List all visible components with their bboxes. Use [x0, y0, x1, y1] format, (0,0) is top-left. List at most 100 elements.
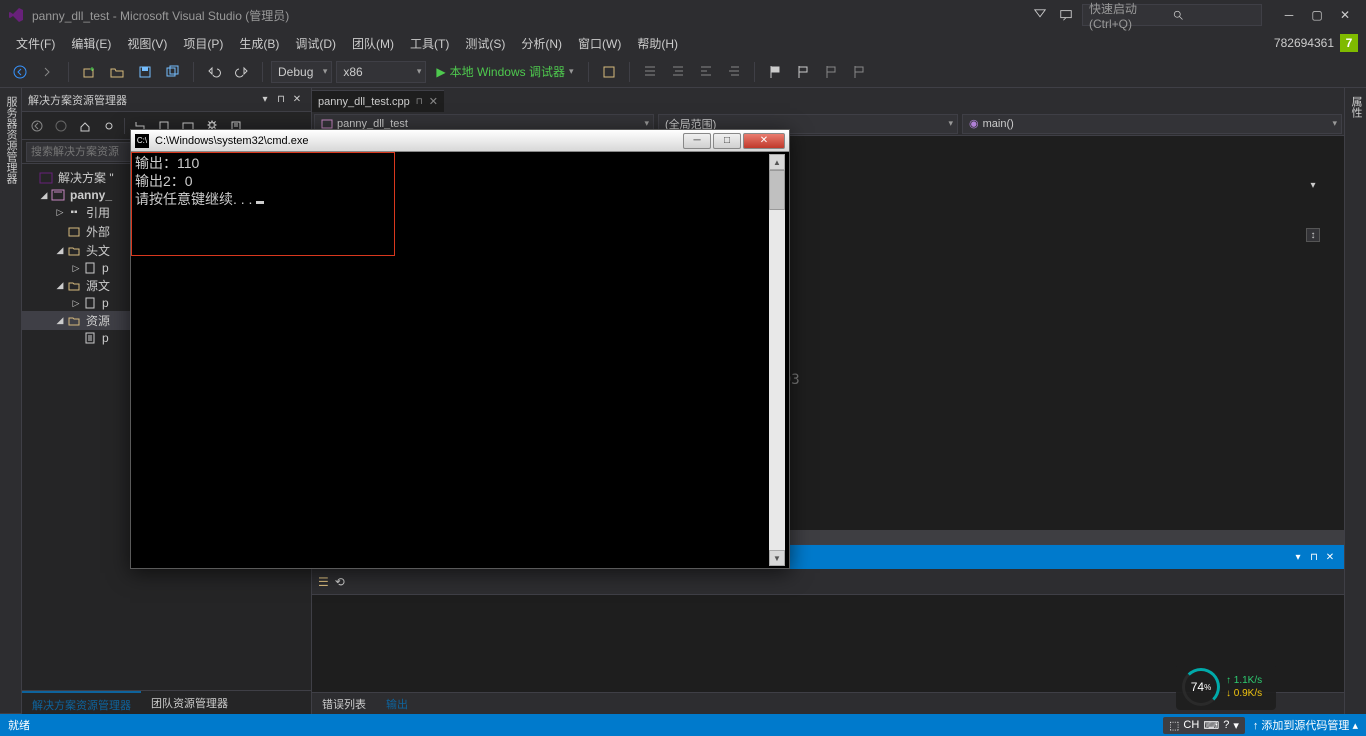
tab-solution-explorer[interactable]: 解决方案资源管理器	[22, 691, 141, 714]
platform-combo[interactable]: x86	[336, 61, 426, 83]
file-icon	[82, 296, 98, 310]
cpu-ring: 74%	[1182, 668, 1220, 706]
expand-code-button[interactable]: ↕	[1306, 228, 1320, 242]
expand-icon[interactable]: ◢	[54, 245, 66, 256]
console-maximize-button[interactable]: □	[713, 133, 741, 149]
pt-fwd-icon[interactable]	[50, 115, 72, 137]
nav-forward-button[interactable]	[36, 60, 60, 84]
editor-tab[interactable]: panny_dll_test.cpp ⊓ ✕	[312, 90, 444, 112]
menu-help[interactable]: 帮助(H)	[629, 31, 686, 56]
scroll-down-icon[interactable]: ▼	[769, 550, 785, 566]
play-icon: ▶	[436, 65, 445, 79]
menu-window[interactable]: 窗口(W)	[570, 31, 629, 56]
scroll-up-icon[interactable]: ▲	[769, 154, 785, 170]
project-icon	[50, 188, 66, 202]
folder-icon	[66, 279, 82, 293]
pt-sync-icon[interactable]	[98, 115, 120, 137]
config-combo[interactable]: Debug	[271, 61, 332, 83]
download-speed: ↓ 0.9K/s	[1226, 688, 1262, 699]
toolbar-flag-3[interactable]	[819, 60, 843, 84]
console-minimize-button[interactable]: ─	[683, 133, 711, 149]
account-name[interactable]: 782694361	[1274, 36, 1334, 50]
search-icon	[1172, 9, 1255, 21]
menu-analyze[interactable]: 分析(N)	[513, 31, 570, 56]
toolbar-btn-e[interactable]	[722, 60, 746, 84]
notifications-icon[interactable]	[1030, 5, 1050, 25]
menu-build[interactable]: 生成(B)	[231, 31, 287, 56]
expand-icon[interactable]: ▷	[70, 298, 82, 309]
toolbar-btn-d[interactable]	[694, 60, 718, 84]
menu-view[interactable]: 视图(V)	[119, 31, 175, 56]
cmd-icon: C:\	[135, 134, 149, 148]
menu-project[interactable]: 项目(P)	[175, 31, 231, 56]
console-close-button[interactable]: ✕	[743, 133, 785, 149]
vs-logo-icon	[8, 7, 24, 23]
toolbar-btn-a[interactable]	[597, 60, 621, 84]
quick-launch-input[interactable]: 快速启动 (Ctrl+Q)	[1082, 4, 1262, 26]
expand-icon[interactable]: ▷	[70, 263, 82, 274]
expand-icon[interactable]: ◢	[38, 190, 50, 201]
expand-icon[interactable]: ▷	[54, 207, 66, 218]
redo-button[interactable]	[230, 60, 254, 84]
editor-tabs-dropdown[interactable]: ▾	[1306, 178, 1320, 192]
console-window[interactable]: C:\ C:\Windows\system32\cmd.exe ─ □ ✕ 输出…	[130, 129, 790, 569]
tab-output[interactable]: 输出	[376, 693, 418, 714]
cursor	[256, 201, 264, 204]
vtab-properties[interactable]: 属性	[1346, 88, 1366, 714]
source-control-link[interactable]: ↑ 添加到源代码管理 ▴	[1253, 717, 1358, 733]
output-close-icon[interactable]: ✕	[1322, 549, 1338, 565]
toolbar-btn-b[interactable]	[638, 60, 662, 84]
ime-flag-icon: ⬚	[1169, 719, 1179, 732]
output-pin-icon[interactable]: ⊓	[1306, 549, 1322, 565]
expand-icon[interactable]: ◢	[54, 315, 66, 326]
tab-team-explorer[interactable]: 团队资源管理器	[141, 691, 238, 714]
scroll-thumb[interactable]	[769, 170, 785, 210]
menu-edit[interactable]: 编辑(E)	[63, 31, 119, 56]
file-icon	[82, 261, 98, 275]
panel-dropdown-icon[interactable]: ▾	[257, 92, 273, 108]
folder-icon	[66, 244, 82, 258]
maximize-button[interactable]: ▢	[1304, 5, 1330, 25]
menu-debug[interactable]: 调试(D)	[287, 31, 344, 56]
pt-back-icon[interactable]	[26, 115, 48, 137]
toolbar-flag-4[interactable]	[847, 60, 871, 84]
pt-home-icon[interactable]	[74, 115, 96, 137]
window-title: panny_dll_test - Microsoft Visual Studio…	[32, 7, 289, 24]
nav-function-combo[interactable]: ◉ main()	[962, 114, 1342, 134]
menu-team[interactable]: 团队(M)	[344, 31, 402, 56]
panel-pin-icon[interactable]: ⊓	[273, 92, 289, 108]
output-toolbar-btn-2[interactable]: ⟲	[335, 575, 345, 589]
panel-close-icon[interactable]: ✕	[289, 92, 305, 108]
nav-back-button[interactable]	[8, 60, 32, 84]
minimize-button[interactable]: ─	[1276, 5, 1302, 25]
console-output: 输出：110 输出2：0 请按任意键继续. . .	[135, 154, 769, 566]
feedback-icon[interactable]	[1056, 5, 1076, 25]
vtab-server-explorer[interactable]: 服务器资源管理器	[1, 88, 21, 714]
tab-close-icon[interactable]: ✕	[429, 95, 438, 108]
run-button[interactable]: ▶ 本地 Windows 调试器 ▾	[430, 63, 579, 80]
output-toolbar-btn-1[interactable]: ☰	[318, 575, 329, 589]
toolbar-btn-c[interactable]	[666, 60, 690, 84]
toolbar-flag-1[interactable]	[763, 60, 787, 84]
toolbar-flag-2[interactable]	[791, 60, 815, 84]
menu-test[interactable]: 测试(S)	[457, 31, 513, 56]
tab-error-list[interactable]: 错误列表	[312, 693, 376, 714]
close-button[interactable]: ✕	[1332, 5, 1358, 25]
new-project-button[interactable]	[77, 60, 101, 84]
expand-icon[interactable]: ◢	[54, 280, 66, 291]
undo-button[interactable]	[202, 60, 226, 84]
menu-file[interactable]: 文件(F)	[8, 31, 63, 56]
save-button[interactable]	[133, 60, 157, 84]
account-badge[interactable]: 7	[1340, 34, 1358, 52]
pin-icon[interactable]: ⊓	[416, 96, 423, 107]
vtab-toolbox[interactable]: 工具箱	[0, 88, 1, 714]
output-dropdown-icon[interactable]: ▾	[1290, 549, 1306, 565]
ime-indicator[interactable]: ⬚ CH ⌨ ? ▾	[1163, 717, 1245, 734]
ime-dropdown-icon: ▾	[1233, 719, 1239, 732]
keyboard-icon: ⌨	[1203, 719, 1219, 732]
console-scrollbar[interactable]: ▲ ▼	[769, 154, 785, 566]
save-all-button[interactable]	[161, 60, 185, 84]
quick-launch-placeholder: 快速启动 (Ctrl+Q)	[1089, 0, 1172, 31]
menu-tools[interactable]: 工具(T)	[402, 31, 457, 56]
open-file-button[interactable]	[105, 60, 129, 84]
